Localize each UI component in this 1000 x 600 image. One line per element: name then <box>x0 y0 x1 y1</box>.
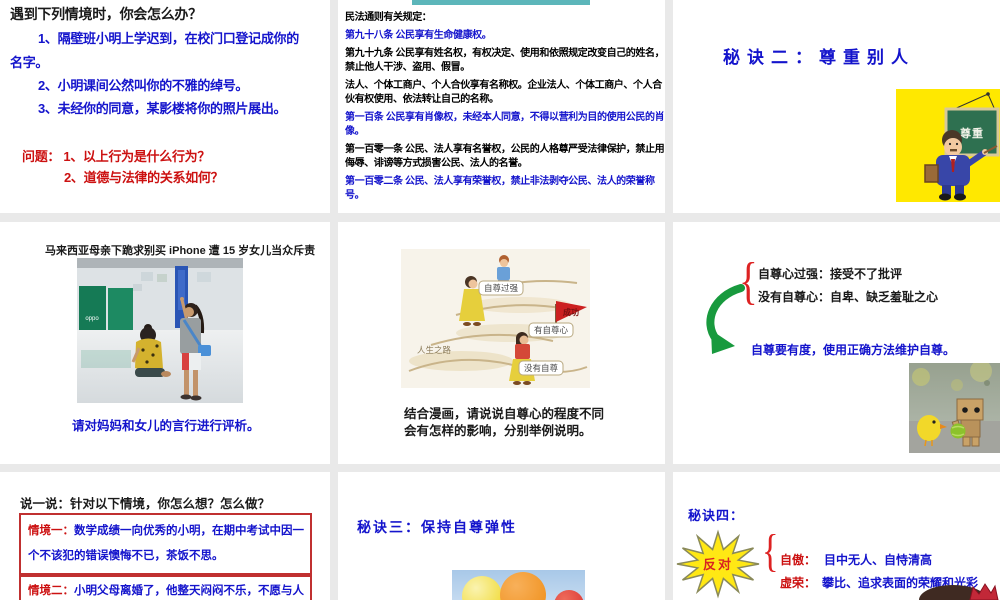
slide-3-respect-others: 秘诀二：尊重别人 尊重 <box>673 0 1000 213</box>
slide1-item3: 3、未经你的同意，某影楼将你的照片展出。 <box>38 101 287 116</box>
store-sign: oppo <box>85 316 99 322</box>
law-article-legal-person: 法人、个体工商户、个人合伙享有名称权。企业法人、个体工商户、个人合伙有权使用、依… <box>345 80 662 105</box>
news-headline: 马来西亚母亲下跪求别买 iPhone 遭 15 岁女儿当众斥责 <box>45 245 316 257</box>
slide1-title: 遇到下列情境时，你会怎么办？ <box>10 6 202 22</box>
slide-5-esteem-cartoon: 成功 自尊过强 有自尊心 没有自尊 人生之路 结合漫画，请说说自尊心的程度不同 … <box>338 222 665 464</box>
balloons-photo <box>452 570 585 600</box>
law-article-102: 第一百零二条 公民、法人享有荣誉权，禁止非法剥夺公民、法人的荣誉称号。 <box>345 176 655 201</box>
slide-8-esteem-elasticity: 秘诀三：保持自尊弹性 <box>338 472 665 600</box>
title-bar-sliver <box>412 0 590 5</box>
law-article-101: 第一百零一条 公民、法人享有名誉权，公民的人格尊严受法律保护，禁止用侮辱、诽谤等… <box>345 144 665 169</box>
red-balloon <box>554 590 584 600</box>
label-no-esteem: 没有自尊 <box>524 363 559 373</box>
blackboard-word: 尊重 <box>960 126 984 140</box>
slide-1-situations: 遇到下列情境时，你会怎么办？ 1、隔壁班小明上学迟到，在校门口登记成你的 名字。… <box>0 0 330 213</box>
slide8-title: 秘诀三：保持自尊弹性 <box>357 519 517 535</box>
slide1-item1a: 1、隔壁班小明上学迟到，在校门口登记成你的 <box>38 31 299 46</box>
slide9-title: 秘诀四： <box>688 508 745 523</box>
burst-label: 反对 <box>703 557 733 572</box>
label-over-esteem: 自尊过强 <box>484 283 519 293</box>
mall-photo: oppo <box>77 258 243 403</box>
law-article-100: 第一百条 公民享有肖像权，未经本人同意，不得以营利为目的使用公民的肖像。 <box>345 112 665 137</box>
slide1-question2: 2、道德与法律的关系如何？ <box>64 170 224 185</box>
slide5-caption-line2: 会有怎样的影响，分别举例说明。 <box>404 424 592 438</box>
right-brace: { <box>762 525 779 576</box>
item1-label: 自傲： <box>780 553 817 567</box>
slide1-item2: 2、小明课间公然叫你的不雅的绰号。 <box>38 78 249 93</box>
slide-7-situations-talk: 说一说：针对以下情境，你怎么想？怎么做？ 情境一：数学成绩一向优秀的小明，在期中… <box>0 472 330 600</box>
orange-balloon <box>500 572 546 600</box>
flag-label: 成功 <box>563 307 579 317</box>
slide1-question1: 问题： 1、以上行为是什么行为？ <box>22 149 211 164</box>
slide3-title: 秘诀二：尊重别人 <box>723 48 915 67</box>
slide-sorter-page: 遇到下列情境时，你会怎么办？ 1、隔壁班小明上学迟到，在校门口登记成你的 名字。… <box>0 0 1000 600</box>
crowned-head-image <box>919 583 999 600</box>
slide7-title: 说一说：针对以下情境，你怎么想？怎么做？ <box>20 497 271 511</box>
situation-box-1: 情境一：数学成绩一向优秀的小明，在期中考试中因一个不该犯的错误懊悔不已，茶饭不思… <box>19 513 312 577</box>
item1-text: 目中无人、自恃清高 <box>824 553 933 567</box>
yellow-balloon <box>462 576 502 600</box>
law-article-99: 第九十九条 公民享有姓名权，有权决定、使用和依照规定改变自己的姓名，禁止他人干涉… <box>345 48 665 73</box>
label-life-path: 人生之路 <box>417 345 452 355</box>
green-curved-arrow-icon <box>706 284 745 354</box>
slide4-question: 请对妈妈和女儿的言行进行评析。 <box>72 419 260 433</box>
situation-box-2: 情境二：小明父母离婚了，他整天闷闷不乐，不愿与人接 <box>19 573 312 600</box>
life-path-cartoon: 成功 自尊过强 有自尊心 没有自尊 人生之路 <box>401 249 590 388</box>
label-has-esteem: 有自尊心 <box>534 325 569 335</box>
slide-6-esteem-degree: { 自尊心过强：接受不了批评 没有自尊心：自卑、缺乏羞耻之心 自尊要有度，使用正… <box>673 222 1000 464</box>
teacher-blackboard-image: 尊重 <box>896 89 1000 202</box>
slide-4-mother-news: 马来西亚母亲下跪求别买 iPhone 遭 15 岁女儿当众斥责 oppo 请对妈… <box>0 222 330 464</box>
oppose-starburst: 反对 <box>676 529 760 599</box>
slide-2-civil-law: 民法通则有关规定： 第九十八条 公民享有生命健康权。 第九十九条 公民享有姓名权… <box>338 0 665 213</box>
item2-label: 虚荣： <box>780 576 817 590</box>
law-heading: 民法通则有关规定： <box>345 12 432 23</box>
law-article-98: 第九十八条 公民享有生命健康权。 <box>345 30 492 41</box>
slide6-line2: 没有自尊心：自卑、缺乏羞耻之心 <box>758 290 939 304</box>
chick-danbo-photo <box>909 363 1000 453</box>
slide6-line1: 自尊心过强：接受不了批评 <box>758 267 903 281</box>
law-text-block: 民法通则有关规定： 第九十八条 公民享有生命健康权。 第九十九条 公民享有姓名权… <box>345 11 665 207</box>
slide9-item1: 自傲： 目中无人、自恃清高 <box>780 551 932 568</box>
slide-9-oppose: 秘诀四： 反对 { 自傲： 目中无人、自恃清高 虚荣： 攀比、追求表面的荣耀和光彩 <box>673 472 1000 600</box>
situation-2-label: 情境二： <box>28 585 74 597</box>
slide6-conclusion: 自尊要有度，使用正确方法维护自尊。 <box>751 343 956 357</box>
slide1-item1b: 名字。 <box>10 55 49 70</box>
situation-1-label: 情境一： <box>28 525 74 537</box>
